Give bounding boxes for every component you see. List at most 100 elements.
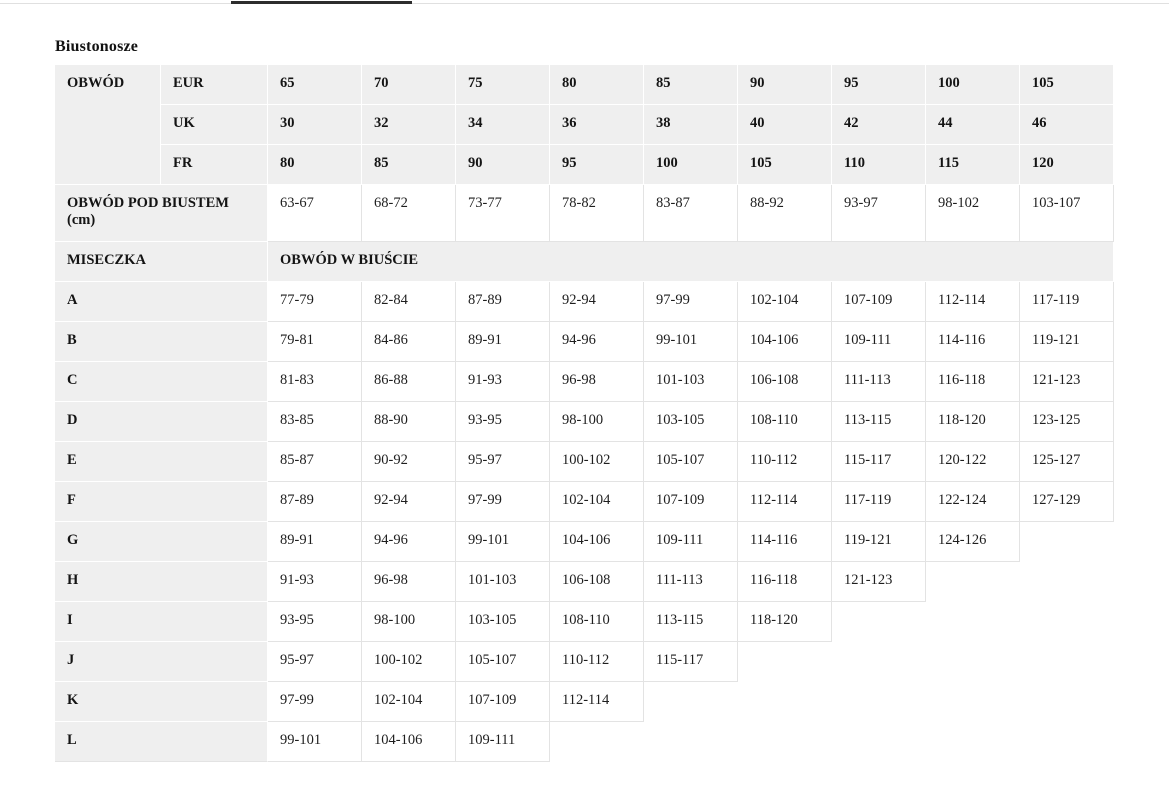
cup-row-label-cell: I (55, 602, 268, 642)
band-size-cell: 110 (832, 145, 926, 185)
band-size-cell: 44 (926, 105, 1020, 145)
empty-cell (1020, 642, 1114, 682)
bust-range-cell: 127-129 (1020, 482, 1114, 522)
bust-range-cell: 117-119 (1020, 282, 1114, 322)
band-size-cell: 100 (926, 65, 1020, 105)
underbust-range-cell: 98-102 (926, 185, 1020, 242)
bust-range-cell: 121-123 (1020, 362, 1114, 402)
cup-row-label-cell: F (55, 482, 268, 522)
empty-cell (1020, 722, 1114, 762)
bust-range-cell: 85-87 (268, 442, 362, 482)
bust-range-cell: 108-110 (550, 602, 644, 642)
region-label-cell-eur: EUR (161, 65, 268, 105)
bust-range-cell: 113-115 (644, 602, 738, 642)
tab-bar-divider (0, 3, 1169, 4)
bust-range-cell: 106-108 (738, 362, 832, 402)
bust-range-cell: 118-120 (926, 402, 1020, 442)
bust-range-cell: 122-124 (926, 482, 1020, 522)
active-tab-underline-indicator[interactable] (231, 1, 412, 4)
bust-range-cell: 103-105 (644, 402, 738, 442)
empty-cell (832, 682, 926, 722)
bust-range-cell: 114-116 (738, 522, 832, 562)
underbust-range-cell: 88-92 (738, 185, 832, 242)
empty-cell (738, 722, 832, 762)
bust-range-cell: 124-126 (926, 522, 1020, 562)
bust-range-cell: 113-115 (832, 402, 926, 442)
empty-cell (738, 642, 832, 682)
cup-row-h: H91-9396-98101-103106-108111-113116-1181… (55, 562, 1114, 602)
cup-row-k: K97-99102-104107-109112-114 (55, 682, 1114, 722)
cup-header-row: MISECZKAOBWÓD W BIUŚCIE (55, 242, 1114, 282)
bust-range-cell: 114-116 (926, 322, 1020, 362)
band-size-cell: 90 (456, 145, 550, 185)
size-table-body: OBWÓDEUR65707580859095100105UK3032343638… (55, 65, 1114, 762)
bust-range-cell: 103-105 (456, 602, 550, 642)
underbust-label-cell: OBWÓD POD BIUSTEM (cm) (55, 185, 268, 242)
band-size-cell: 36 (550, 105, 644, 145)
bust-range-cell: 83-85 (268, 402, 362, 442)
empty-cell (832, 602, 926, 642)
band-size-cell: 105 (738, 145, 832, 185)
bust-range-cell: 87-89 (268, 482, 362, 522)
empty-cell (644, 722, 738, 762)
bust-range-cell: 102-104 (550, 482, 644, 522)
bust-range-cell: 99-101 (644, 322, 738, 362)
bust-range-cell: 87-89 (456, 282, 550, 322)
band-size-cell: 30 (268, 105, 362, 145)
bust-range-cell: 99-101 (268, 722, 362, 762)
bust-range-cell: 109-111 (456, 722, 550, 762)
empty-cell (550, 722, 644, 762)
bust-range-cell: 96-98 (550, 362, 644, 402)
bust-range-cell: 116-118 (738, 562, 832, 602)
band-size-cell: 40 (738, 105, 832, 145)
circumference-header-cell: OBWÓD (55, 65, 161, 185)
bust-range-cell: 116-118 (926, 362, 1020, 402)
bust-range-cell: 121-123 (832, 562, 926, 602)
bust-circumference-label-cell: OBWÓD W BIUŚCIE (268, 242, 1114, 282)
cup-row-label-cell: D (55, 402, 268, 442)
bust-range-cell: 89-91 (456, 322, 550, 362)
band-size-cell: 70 (362, 65, 456, 105)
bust-range-cell: 115-117 (644, 642, 738, 682)
bust-range-cell: 97-99 (456, 482, 550, 522)
underbust-range-cell: 83-87 (644, 185, 738, 242)
bust-range-cell: 90-92 (362, 442, 456, 482)
bust-range-cell: 100-102 (550, 442, 644, 482)
bust-range-cell: 109-111 (644, 522, 738, 562)
bust-range-cell: 107-109 (832, 282, 926, 322)
cup-row-label-cell: G (55, 522, 268, 562)
bust-range-cell: 97-99 (268, 682, 362, 722)
underbust-range-cell: 103-107 (1020, 185, 1114, 242)
bust-range-cell: 99-101 (456, 522, 550, 562)
band-size-cell: 90 (738, 65, 832, 105)
bust-range-cell: 111-113 (644, 562, 738, 602)
cup-row-l: L99-101104-106109-111 (55, 722, 1114, 762)
size-chart-page: Biustonosze OBWÓDEUR65707580859095100105… (0, 0, 1169, 799)
bust-range-cell: 91-93 (456, 362, 550, 402)
cup-row-g: G89-9194-9699-101104-106109-111114-11611… (55, 522, 1114, 562)
cup-column-label-cell: MISECZKA (55, 242, 268, 282)
bust-range-cell: 108-110 (738, 402, 832, 442)
band-size-row-eur: OBWÓDEUR65707580859095100105 (55, 65, 1114, 105)
bust-range-cell: 107-109 (456, 682, 550, 722)
bust-range-cell: 105-107 (456, 642, 550, 682)
bust-range-cell: 94-96 (362, 522, 456, 562)
bust-range-cell: 93-95 (268, 602, 362, 642)
band-size-cell: 80 (550, 65, 644, 105)
cup-row-a: A77-7982-8487-8992-9497-99102-104107-109… (55, 282, 1114, 322)
bust-range-cell: 98-100 (362, 602, 456, 642)
bust-range-cell: 105-107 (644, 442, 738, 482)
empty-cell (926, 562, 1020, 602)
empty-cell (1020, 682, 1114, 722)
bust-range-cell: 107-109 (644, 482, 738, 522)
band-size-cell: 95 (832, 65, 926, 105)
band-size-cell: 75 (456, 65, 550, 105)
cup-row-label-cell: J (55, 642, 268, 682)
band-size-cell: 100 (644, 145, 738, 185)
cup-row-f: F87-8992-9497-99102-104107-109112-114117… (55, 482, 1114, 522)
bust-range-cell: 111-113 (832, 362, 926, 402)
bust-range-cell: 120-122 (926, 442, 1020, 482)
band-size-cell: 85 (644, 65, 738, 105)
empty-cell (644, 682, 738, 722)
cup-row-label-cell: C (55, 362, 268, 402)
